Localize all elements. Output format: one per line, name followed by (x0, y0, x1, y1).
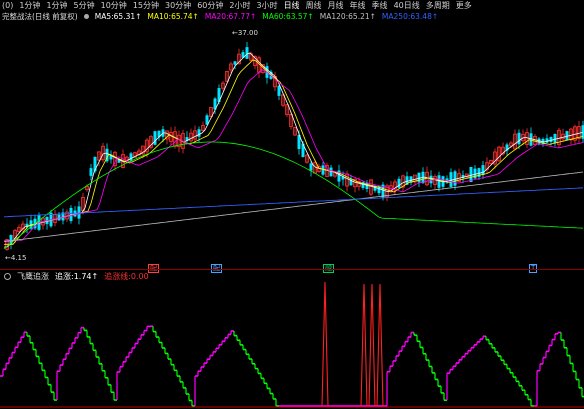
candle (553, 133, 557, 147)
period-tab[interactable]: 40日线 (394, 0, 420, 11)
candle (433, 174, 437, 190)
candle (73, 206, 77, 218)
oscillator-chart[interactable] (0, 272, 584, 409)
settings-dot-icon[interactable] (83, 14, 89, 19)
candle (153, 130, 157, 146)
period-tab[interactable]: 月线 (328, 0, 344, 11)
candle (273, 71, 277, 92)
candle (361, 181, 365, 190)
ma-value: MA250:63.48↑ (381, 12, 439, 21)
period-tab[interactable]: 5分钟 (74, 0, 95, 11)
sub-indicator-header: 飞鹰追涨 追涨:1.74↑ 追涨线:0.00 (0, 271, 584, 282)
candle (569, 127, 573, 145)
candle (529, 127, 533, 147)
candle (93, 156, 97, 174)
signal-spike (321, 281, 329, 407)
candle (369, 179, 373, 197)
period-toolbar: (0) 1分钟 1分钟 5分钟 10分钟 15分钟 30分钟 60分钟 2小时 3小时 日线 周线月… (0, 0, 584, 11)
candle (481, 160, 485, 180)
candle (293, 126, 297, 136)
main-chart-title: 完整战法(日线 前复权) (2, 12, 78, 21)
period-tab[interactable]: 15分钟 (133, 0, 159, 11)
signal-spike (376, 283, 384, 407)
period-tab[interactable]: 更多 (456, 0, 472, 11)
period-tab[interactable]: 2小时 (229, 0, 250, 11)
candle (577, 121, 581, 143)
candle (421, 167, 425, 184)
ma250-line (3, 187, 584, 218)
ma-value: MA60:63.57↑ (262, 12, 314, 21)
period-tab[interactable]: 10分钟 (101, 0, 127, 11)
candle (449, 168, 453, 189)
period-tab[interactable]: 30分钟 (165, 0, 191, 11)
candle (437, 171, 441, 192)
period-tab[interactable]: 3小时 (256, 0, 277, 11)
candle (109, 150, 113, 164)
candle (337, 164, 341, 187)
signal-spike (368, 283, 376, 407)
high-price-label: ←37.00 (232, 29, 258, 37)
candle (485, 157, 489, 174)
candle (101, 142, 105, 163)
period-tab[interactable]: 日线 (284, 0, 300, 11)
candles (5, 42, 584, 251)
candle (497, 145, 501, 162)
ma-value: MA120:65.21↑ (319, 12, 376, 21)
candle (425, 166, 429, 187)
period-tab[interactable]: 多周期 (426, 0, 450, 11)
toolbar-prefix: (0) (2, 1, 14, 10)
candle (441, 175, 445, 190)
candle (89, 164, 93, 181)
candle (177, 130, 181, 153)
low-price-label: ←4.15 (5, 254, 27, 262)
period-tab[interactable]: 60分钟 (197, 0, 223, 11)
candlestick-chart[interactable] (0, 22, 584, 268)
candle (245, 42, 249, 60)
period-tab[interactable]: 1分钟 (19, 0, 40, 11)
signal-spike (360, 283, 368, 407)
candle (473, 164, 477, 180)
panel-divider[interactable] (0, 269, 584, 270)
period-tab[interactable]: 周线 (306, 0, 322, 11)
candle (53, 210, 57, 227)
ma5-line (4, 52, 584, 248)
period-tab[interactable]: 年线 (350, 0, 366, 11)
ma-value: MA5:65.31↑ (94, 12, 142, 21)
period-tab[interactable]: 季线 (372, 0, 388, 11)
candle (45, 216, 49, 230)
sub-value-1: 追涨:1.74↑ (55, 272, 99, 281)
candle (561, 128, 565, 143)
main-indicator-header: 完整战法(日线 前复权) MA5:65.31↑ MA10:65.74↑ MA20:6… (0, 11, 584, 22)
candle (61, 208, 65, 225)
candle (201, 121, 205, 132)
ma-value: MA10:65.74↑ (147, 12, 199, 21)
period-tab[interactable]: 1分钟 (46, 0, 67, 11)
candle (41, 217, 45, 230)
candle (545, 134, 549, 144)
ma-value: MA20:67.77↑ (204, 12, 257, 21)
candle (493, 148, 497, 169)
candle (57, 211, 61, 221)
candle (397, 176, 401, 190)
settings-dot-icon[interactable] (4, 273, 11, 280)
candle (365, 179, 369, 193)
oscillator-steps (0, 325, 584, 407)
candle (385, 183, 389, 202)
candle (257, 55, 261, 78)
candle (149, 135, 153, 150)
sub-indicator-title: 飞鹰追涨 (17, 272, 49, 281)
candle (69, 205, 73, 224)
candle (513, 129, 517, 151)
candle (285, 104, 289, 117)
ma120-line (3, 171, 584, 242)
sub-value-2: 追涨线:0.00 (104, 272, 149, 281)
candle (289, 111, 293, 130)
